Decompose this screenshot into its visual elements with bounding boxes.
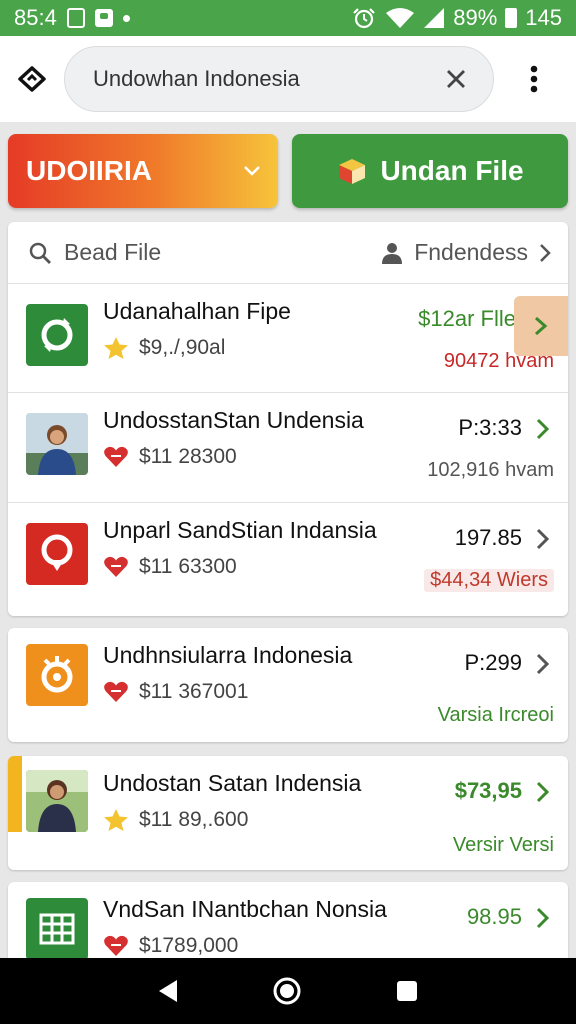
chevron-right-icon (535, 316, 548, 336)
avatar (26, 413, 88, 475)
item-value: 98.95 (466, 904, 522, 929)
search-input[interactable]: Undowhan Indonesia (93, 66, 441, 92)
chevron-right-icon (540, 243, 551, 262)
chevron-down-icon (244, 166, 260, 176)
clear-button[interactable] (441, 64, 471, 94)
item-meta: 90472 hvam (443, 350, 554, 372)
item-value: $73,95 (454, 778, 522, 803)
item-meta: Varsia Ircreoi (437, 704, 554, 726)
system-nav-bar (0, 958, 576, 1024)
list-item[interactable]: Unparl SandStian Indansia $11 63300 197.… (8, 502, 568, 616)
box-icon (339, 159, 366, 184)
item-meta: $44,34 Wiers (424, 569, 554, 592)
action-row: UDOIIRIA Undan File (8, 134, 568, 208)
chevron-right-icon (536, 781, 550, 803)
sync-icon (26, 304, 88, 366)
star-icon (104, 809, 128, 831)
back-icon[interactable] (157, 978, 179, 1004)
location-pin-icon (26, 523, 88, 585)
status-bar: 85:4 89% 145 (0, 0, 576, 36)
filter-row: Bead File Fndendess (8, 222, 568, 284)
heart-icon (104, 446, 128, 467)
timer-icon (26, 644, 88, 706)
battery-percent: 89% (453, 5, 498, 30)
spreadsheet-icon (26, 898, 88, 960)
highlight-marker (8, 756, 22, 832)
image-icon (94, 9, 113, 27)
home-icon (18, 66, 46, 92)
list-item[interactable]: Undhnsiularra Indonesia $11 367001 P:299… (8, 628, 568, 742)
chevron-right-icon (536, 528, 550, 550)
heart-icon (104, 556, 128, 577)
screenshot-icon (66, 8, 85, 28)
clear-icon (447, 70, 465, 88)
item-value: P:3:33 (458, 415, 522, 440)
item-title: Udanahalhan Fipe (103, 298, 291, 324)
item-value: 197.85 (454, 525, 522, 550)
list-item[interactable]: Udanahalhan Fipe $9,./,90al $12ar Flle 9… (8, 284, 568, 392)
item-value: $12ar Flle (418, 306, 516, 331)
search-files-label[interactable]: Bead File (64, 239, 161, 266)
star-icon (104, 337, 128, 359)
status-clock-right: 145 (525, 5, 562, 30)
open-button[interactable] (514, 296, 568, 356)
avatar (26, 770, 88, 832)
heart-icon (104, 681, 128, 702)
item-title: Undhnsiularra Indonesia (103, 642, 353, 668)
friends-filter[interactable]: Fndendess (380, 239, 552, 266)
person-icon (382, 242, 403, 264)
more-icon (530, 65, 538, 93)
dot-icon (122, 14, 130, 22)
home-button[interactable] (0, 36, 64, 122)
item-price: $11 63300 (139, 555, 237, 578)
item-value: P:299 (464, 650, 523, 675)
list-item[interactable]: UndosstanStan Undensia $11 28300 P:3:33 … (8, 392, 568, 502)
dropdown-label: UDOIIRIA (26, 155, 152, 186)
friends-filter-label: Fndendess (414, 239, 528, 265)
search-icon (29, 242, 51, 264)
item-price: $1789,000 (139, 934, 239, 957)
upload-file-button[interactable]: Undan File (292, 134, 568, 208)
more-button[interactable] (494, 36, 574, 122)
alarm-icon (353, 8, 376, 29)
file-list-card: Bead File Fndendess Udanahalhan Fipe $9,… (8, 222, 568, 616)
battery-icon (505, 8, 518, 28)
chevron-right-icon (536, 418, 550, 440)
item-price: $9,./,90al (139, 336, 226, 359)
wifi-icon (386, 8, 415, 28)
list-item[interactable]: Undostan Satan Indensia $11 89,.600 $73,… (8, 756, 568, 870)
item-title: Undostan Satan Indensia (103, 770, 362, 796)
item-price: $11 28300 (139, 445, 237, 468)
category-dropdown[interactable]: UDOIIRIA (8, 134, 278, 208)
signal-icon (424, 8, 445, 28)
item-title: UndosstanStan Undensia (103, 407, 364, 433)
status-time: 85:4 (14, 5, 57, 30)
item-title: VndSan INantbchan Nonsia (103, 896, 387, 922)
chevron-right-icon (536, 907, 550, 929)
app-bar: Undowhan Indonesia (0, 36, 576, 122)
item-price: $11 367001 (139, 680, 249, 703)
home-circle-icon[interactable] (272, 976, 302, 1006)
recents-icon[interactable] (395, 979, 419, 1003)
search-bar[interactable]: Undowhan Indonesia (64, 46, 494, 112)
chevron-right-icon (536, 653, 550, 675)
item-title: Unparl SandStian Indansia (103, 517, 377, 543)
item-meta: Versir Versi (452, 834, 554, 856)
item-price: $11 89,.600 (139, 808, 249, 831)
item-meta: 102,916 hvam (427, 459, 554, 481)
heart-icon (104, 935, 128, 956)
upload-label: Undan File (380, 155, 524, 186)
